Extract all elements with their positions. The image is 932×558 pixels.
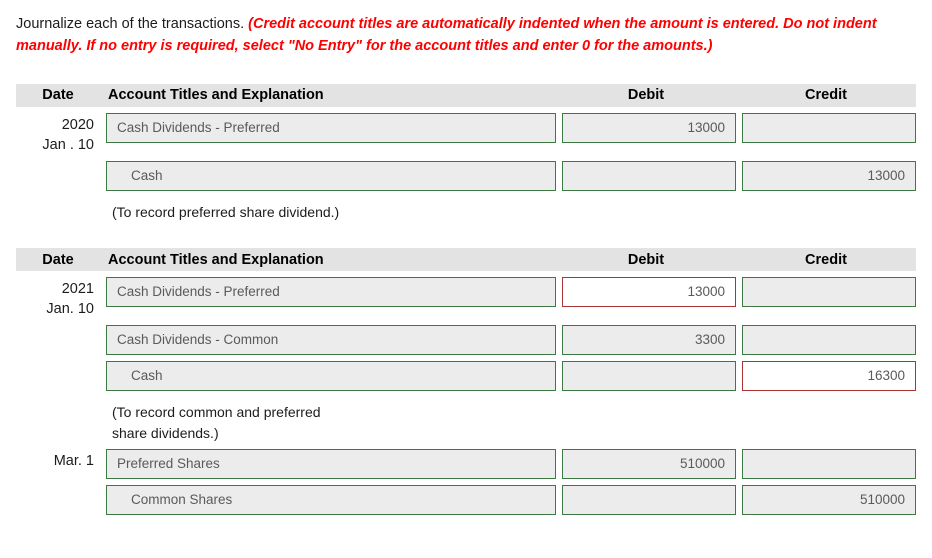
debit-cell: 13000 [556,112,736,143]
column-header-account: Account Titles and Explanation [108,87,324,104]
credit-cell [736,112,916,143]
debit-amount-input[interactable] [562,361,736,392]
column-header-account: Account Titles and Explanation [108,251,324,268]
column-header-debit: Debit [627,251,665,268]
journal-table-2020: Date Account Titles and Explanation Debi… [16,83,916,222]
table-row: 2021 Jan. 10 Cash Dividends - Preferred … [16,277,916,319]
debit-amount-input[interactable]: 13000 [562,112,736,143]
date-cell-spacer [16,197,100,200]
table-row: Cash 13000 [16,161,916,192]
date-cell [16,325,100,328]
credit-amount-input[interactable] [742,112,916,143]
column-header-credit: Credit [805,251,847,268]
credit-cell: 16300 [736,361,916,392]
date-cell [16,161,100,164]
column-header-date: Date [42,87,74,104]
account-cell: Cash [100,361,556,392]
account-cell: Cash [100,161,556,192]
instruction-text: Journalize each of the transactions. [16,16,249,32]
account-title-input[interactable]: Cash Dividends - Preferred [106,112,556,143]
column-header-credit: Credit [805,87,847,104]
column-header-debit: Debit [627,87,665,104]
table-row: Cash Dividends - Common 3300 [16,325,916,356]
explanation-text: (To record preferred share dividend.) [112,204,340,221]
journal-header-row: Date Account Titles and Explanation Debi… [16,83,916,107]
debit-cell [556,485,736,516]
date-cell: Mar. 1 [53,453,94,470]
journal-header-row: Date Account Titles and Explanation Debi… [16,248,916,272]
spacer-between-tables [0,222,932,248]
table-row: Mar. 1 Preferred Shares 510000 [16,449,916,480]
table-row: Cash 16300 [16,361,916,392]
account-title-input[interactable]: Cash [106,161,556,192]
account-cell: Preferred Shares [100,449,556,480]
credit-cell [736,325,916,356]
debit-cell: 13000 [556,277,736,308]
credit-amount-input[interactable]: 16300 [742,361,916,392]
credit-cell [736,449,916,480]
credit-amount-input[interactable] [742,449,916,480]
debit-amount-input[interactable] [562,161,736,192]
credit-amount-input[interactable]: 510000 [742,485,916,516]
debit-cell [556,361,736,392]
credit-amount-input[interactable]: 13000 [742,161,916,192]
journal-table-2021: Date Account Titles and Explanation Debi… [16,248,916,516]
date-cell [16,485,100,488]
explanation-cell: (To record common and preferred share di… [100,397,556,443]
date-cell: 2021 Jan. 10 [46,281,94,317]
account-cell: Cash Dividends - Preferred [100,112,556,143]
debit-cell: 510000 [556,449,736,480]
account-title-input[interactable]: Cash Dividends - Common [106,325,556,356]
account-cell: Common Shares [100,485,556,516]
debit-amount-input[interactable]: 510000 [562,449,736,480]
account-cell: Cash Dividends - Common [100,325,556,356]
credit-amount-input[interactable] [742,325,916,356]
date-cell: 2020 Jan . 10 [42,116,94,153]
explanation-row: (To record preferred share dividend.) [16,197,916,222]
debit-amount-input[interactable]: 3300 [562,325,736,356]
explanation-text: (To record common and preferred share di… [112,404,321,441]
date-cell [16,361,100,364]
debit-cell: 3300 [556,325,736,356]
credit-cell: 510000 [736,485,916,516]
column-header-date: Date [42,251,74,268]
spacer-top [0,58,932,84]
debit-cell [556,161,736,192]
instructions-paragraph: Journalize each of the transactions. (Cr… [0,0,932,58]
explanation-row: (To record common and preferred share di… [16,397,916,443]
account-cell: Cash Dividends - Preferred [100,277,556,308]
account-title-input[interactable]: Preferred Shares [106,449,556,480]
table-row: Common Shares 510000 [16,485,916,516]
debit-amount-input[interactable] [562,485,736,516]
account-title-input[interactable]: Cash [106,361,556,392]
explanation-cell: (To record preferred share dividend.) [100,197,556,222]
account-title-input[interactable]: Cash Dividends - Preferred [106,277,556,308]
credit-cell [736,277,916,308]
date-cell-spacer [16,397,100,400]
debit-amount-input[interactable]: 13000 [562,277,736,308]
account-title-input[interactable]: Common Shares [106,485,556,516]
table-row: 2020 Jan . 10 Cash Dividends - Preferred… [16,112,916,155]
credit-amount-input[interactable] [742,277,916,308]
credit-cell: 13000 [736,161,916,192]
